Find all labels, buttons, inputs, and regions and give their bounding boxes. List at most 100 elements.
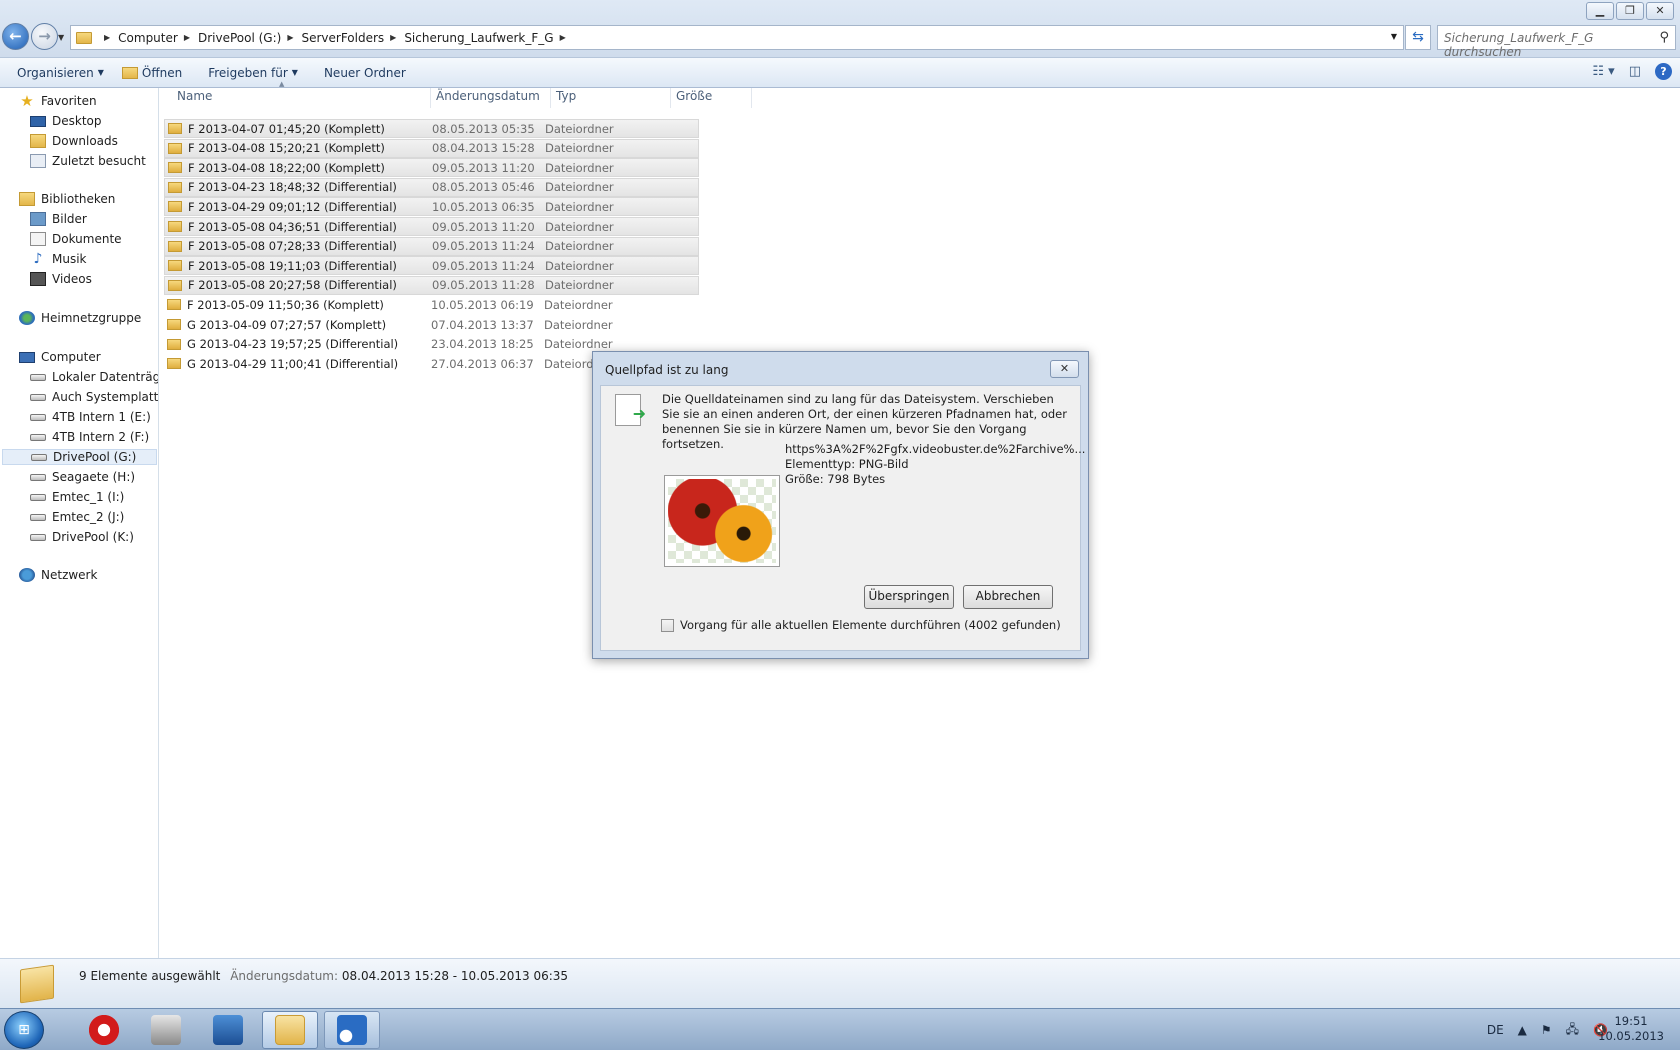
nav-recent[interactable]: Zuletzt besucht — [30, 154, 146, 168]
taskbar-remote-app[interactable] — [324, 1011, 380, 1049]
drive-icon — [30, 473, 46, 481]
nav-drive-d[interactable]: Auch Systemplatte ( — [30, 390, 158, 404]
file-row[interactable]: F 2013-04-08 15;20;21 (Komplett) 08.04.20… — [164, 138, 699, 158]
nav-computer[interactable]: Computer — [19, 350, 101, 364]
new-folder-button[interactable]: Neuer Ordner — [315, 66, 415, 80]
nav-network[interactable]: Netzwerk — [19, 568, 97, 582]
back-button[interactable]: ← — [2, 23, 29, 50]
breadcrumb-sicherung[interactable]: Sicherung_Laufwerk_F_G ▶ — [404, 31, 573, 45]
column-date[interactable]: Änderungsdatum — [431, 88, 551, 108]
clock[interactable]: 19:51 10.05.2013 — [1598, 1014, 1664, 1044]
nav-libraries[interactable]: Bibliotheken — [19, 192, 115, 206]
nav-desktop[interactable]: Desktop — [30, 114, 102, 128]
taskbar-opera[interactable] — [76, 1011, 132, 1049]
file-name: F 2013-04-29 09;01;12 (Differential) — [188, 199, 397, 214]
nav-pictures[interactable]: Bilder — [30, 212, 87, 226]
nav-drive-e[interactable]: 4TB Intern 1 (E:) — [30, 410, 151, 424]
taskbar-powershell[interactable] — [200, 1011, 256, 1049]
nav-drive-h[interactable]: Seagaete (H:) — [30, 470, 135, 484]
chevron-down-icon: ▼ — [291, 68, 298, 77]
dialog-title: Quellpfad ist zu lang — [605, 363, 729, 377]
forward-button[interactable]: → — [31, 23, 58, 50]
folder-icon — [168, 123, 182, 134]
column-name[interactable]: Name — [160, 88, 431, 108]
nav-favorites[interactable]: ★ Favoriten — [19, 92, 96, 110]
skip-button[interactable]: Überspringen — [864, 585, 954, 609]
view-options-icon[interactable]: ☷ ▾ — [1592, 64, 1614, 79]
search-input[interactable]: Sicherung_Laufwerk_F_G durchsuchen ⚲ — [1437, 25, 1676, 59]
open-button[interactable]: Öffnen — [113, 66, 191, 80]
remote-app-icon — [337, 1015, 367, 1045]
nav-drive-g[interactable]: DrivePool (G:) — [2, 449, 157, 465]
file-row[interactable]: F 2013-05-08 19;11;03 (Differential) 09.0… — [164, 256, 699, 276]
maximize-button[interactable]: ❐ — [1616, 2, 1644, 20]
star-icon: ★ — [20, 92, 34, 110]
refresh-button[interactable]: ⇆ — [1405, 25, 1431, 50]
drive-icon — [30, 413, 46, 421]
network-tray-icon[interactable]: 🖧 — [1566, 1020, 1579, 1041]
nav-drive-k[interactable]: DrivePool (K:) — [30, 530, 134, 544]
nav-homegroup[interactable]: Heimnetzgruppe — [19, 311, 141, 325]
libraries-icon — [19, 192, 35, 206]
file-row[interactable]: G 2013-04-09 07;27;57 (Komplett) 07.04.20… — [164, 315, 699, 334]
close-window-button[interactable]: ✕ — [1646, 2, 1674, 20]
nav-drive-f[interactable]: 4TB Intern 2 (F:) — [30, 430, 149, 444]
folder-icon — [167, 319, 181, 330]
folder-stack-icon — [20, 964, 54, 1004]
file-row[interactable]: F 2013-04-23 18;48;32 (Differential) 08.0… — [164, 177, 699, 197]
folder-icon — [168, 162, 182, 174]
nav-documents[interactable]: Dokumente — [30, 232, 122, 246]
file-row[interactable]: F 2013-04-29 09;01;12 (Differential) 10.0… — [164, 197, 699, 217]
organize-button[interactable]: Organisieren ▼ — [8, 66, 113, 80]
taskbar-server-manager[interactable] — [138, 1011, 194, 1049]
recent-pages-dropdown[interactable]: ▼ — [58, 33, 64, 42]
file-row[interactable]: F 2013-04-08 18;22;00 (Komplett) 09.05.20… — [164, 158, 699, 178]
cancel-button[interactable]: Abbrechen — [963, 585, 1053, 609]
start-button[interactable]: ⊞ — [4, 1011, 44, 1049]
file-row[interactable]: F 2013-05-08 20;27;58 (Differential) 09.0… — [164, 275, 699, 295]
breadcrumb-drivepool[interactable]: DrivePool (G:) ▶ — [198, 31, 302, 45]
file-date: 23.04.2013 18:25 — [431, 337, 534, 352]
dialog-close-button[interactable]: ✕ — [1050, 360, 1079, 378]
tray-expand-icon[interactable]: ▲ — [1518, 1023, 1527, 1037]
file-name: F 2013-05-08 07;28;33 (Differential) — [188, 239, 397, 254]
folder-icon — [167, 358, 181, 370]
file-row[interactable]: F 2013-05-08 04;36;51 (Differential) 09.0… — [164, 217, 699, 236]
nav-videos[interactable]: Videos — [30, 272, 92, 286]
language-indicator[interactable]: DE — [1487, 1023, 1504, 1037]
file-type: Dateiordner — [545, 258, 614, 273]
folder-icon — [167, 299, 181, 311]
nav-drive-j[interactable]: Emtec_2 (J:) — [30, 510, 124, 524]
breadcrumb-serverfolders[interactable]: ServerFolders ▶ — [301, 31, 404, 45]
address-dropdown-icon[interactable]: ▼ — [1391, 32, 1397, 41]
file-row[interactable]: F 2013-04-07 01;45;20 (Komplett) 08.05.20… — [164, 119, 699, 138]
breadcrumb-computer[interactable]: Computer ▶ — [118, 31, 198, 45]
apply-all-option[interactable]: Vorgang für alle aktuellen Elemente durc… — [661, 618, 1061, 632]
breadcrumb-root[interactable]: ▶ — [98, 33, 118, 42]
column-type[interactable]: Typ — [551, 88, 671, 108]
minimize-button[interactable]: ▁ — [1586, 2, 1614, 20]
folder-icon — [76, 31, 92, 44]
computer-icon — [19, 351, 35, 363]
nav-downloads[interactable]: Downloads — [30, 134, 118, 148]
file-thumbnail — [664, 475, 780, 567]
file-row[interactable]: F 2013-05-09 11;50;36 (Komplett) 10.05.20… — [164, 295, 699, 314]
taskbar-explorer[interactable] — [262, 1011, 318, 1049]
file-row[interactable]: F 2013-05-08 07;28;33 (Differential) 09.0… — [164, 236, 699, 256]
nav-music[interactable]: ♪ Musik — [30, 252, 87, 266]
drive-icon — [30, 513, 46, 521]
action-center-flag-icon[interactable]: ⚑ — [1541, 1023, 1552, 1037]
chevron-right-icon: ▶ — [559, 33, 566, 42]
help-icon[interactable]: ? — [1655, 63, 1672, 80]
column-size[interactable]: Größe — [671, 88, 752, 108]
address-bar[interactable]: ▶ Computer ▶ DrivePool (G:) ▶ ServerFolder… — [70, 25, 1404, 50]
file-date: 08.05.2013 05:35 — [432, 121, 535, 136]
apply-all-checkbox[interactable] — [661, 618, 674, 632]
file-name: F 2013-04-23 18;48;32 (Differential) — [188, 180, 397, 195]
nav-drive-c[interactable]: Lokaler Datenträger — [30, 370, 158, 384]
share-button[interactable]: Freigeben für ▼ — [199, 66, 307, 80]
nav-drive-i[interactable]: Emtec_1 (I:) — [30, 490, 124, 504]
search-icon: ⚲ — [1659, 30, 1669, 45]
folder-icon — [168, 142, 182, 154]
preview-pane-icon[interactable]: ◫ — [1629, 64, 1641, 79]
